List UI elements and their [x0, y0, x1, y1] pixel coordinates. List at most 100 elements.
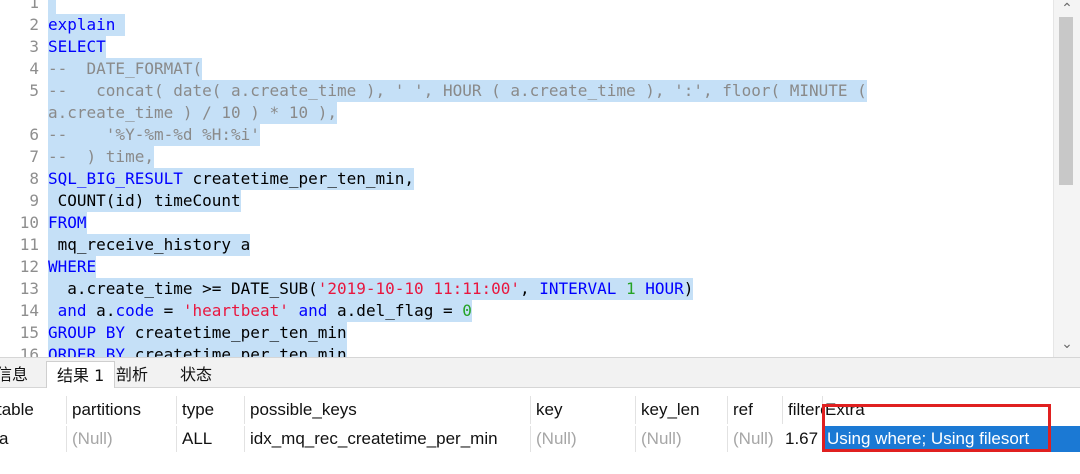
cell-ref[interactable]: (Null) — [727, 426, 774, 452]
code-text[interactable]: mq_receive_history a — [48, 234, 251, 256]
code-text[interactable]: -- ) time, — [48, 146, 154, 168]
column-header-possible-keys[interactable]: possible_keys — [244, 396, 357, 424]
column-header-partitions[interactable]: partitions — [66, 396, 141, 424]
chevron-down-icon[interactable]: ⌄ — [1054, 335, 1080, 351]
result-tabs: 信息 结果 1 剖析 状态 — [0, 357, 1080, 388]
code-text[interactable] — [48, 0, 56, 14]
tab-profile[interactable]: 剖析 — [106, 361, 158, 388]
code-line[interactable]: 15 GROUP BY createtime_per_ten_min — [0, 322, 1052, 344]
line-number: 9 — [29, 191, 39, 210]
code-token: 0 — [462, 301, 472, 320]
code-token: -- DATE_FORMAT( — [48, 59, 203, 78]
code-token: = — [153, 301, 183, 320]
line-number — [0, 102, 48, 124]
column-header-filtered[interactable]: filtered — [782, 396, 822, 424]
cell-type[interactable]: ALL — [176, 426, 212, 452]
code-token: mq_receive_history a — [48, 235, 251, 254]
code-line[interactable]: 11 mq_receive_history a — [0, 234, 1052, 256]
code-text[interactable]: ORDER BY createtime_per_ten_min — [48, 344, 347, 357]
sql-editor[interactable]: 1 2 explain 3 SELECT 4 -- DATE_FORMAT( 5 -- co… — [0, 0, 1080, 357]
code-text[interactable]: a.create_time ) / 10 ) * 10 ), — [48, 102, 337, 124]
code-token: HOUR — [645, 279, 684, 298]
code-text[interactable]: WHERE — [48, 256, 97, 278]
scrollbar-thumb[interactable] — [1059, 17, 1073, 185]
code-token: a.create_time ) / 10 ) * 10 ), — [48, 103, 337, 122]
code-lines[interactable]: 1 2 explain 3 SELECT 4 -- DATE_FORMAT( 5 -- co… — [0, 0, 1052, 357]
table-row[interactable]: a (Null) ALL idx_mq_rec_createtime_per_m… — [0, 426, 1080, 452]
code-line[interactable]: 3 SELECT — [0, 36, 1052, 58]
code-line[interactable]: 4 -- DATE_FORMAT( — [0, 58, 1052, 80]
code-text[interactable]: and a.code = 'heartbeat' and a.del_flag … — [48, 300, 472, 322]
cell-key[interactable]: (Null) — [530, 426, 577, 452]
explain-result-grid[interactable]: table partitions type possible_keys key … — [0, 388, 1080, 474]
code-token: -- concat( date( a.create_time ), ' ', H… — [48, 81, 867, 100]
cell-filtered[interactable]: 1.67 — [785, 426, 818, 452]
tab-info[interactable]: 信息 — [0, 361, 38, 388]
code-text[interactable]: -- concat( date( a.create_time ), ' ', H… — [48, 80, 867, 102]
tab-status[interactable]: 状态 — [170, 361, 222, 388]
tab-result-1[interactable]: 结果 1 — [46, 361, 116, 388]
code-line[interactable]: 1 — [0, 0, 1052, 14]
code-text[interactable]: -- DATE_FORMAT( — [48, 58, 203, 80]
code-line[interactable]: 10 FROM — [0, 212, 1052, 234]
line-number: 3 — [29, 37, 39, 56]
code-line[interactable]: 8 SQL_BIG_RESULT createtime_per_ten_min, — [0, 168, 1052, 190]
code-line[interactable]: 12 WHERE — [0, 256, 1052, 278]
code-token: SQL_BIG_RESULT — [48, 169, 183, 188]
column-header-ref[interactable]: ref — [727, 396, 753, 424]
line-number: 11 — [19, 235, 39, 254]
chevron-up-icon[interactable]: ⌃ — [1054, 0, 1080, 16]
code-token: SELECT — [48, 37, 106, 56]
code-token: FROM — [48, 213, 87, 232]
code-text[interactable]: SELECT — [48, 36, 106, 58]
cell-partitions[interactable]: (Null) — [66, 426, 113, 452]
code-token: , — [520, 279, 540, 298]
code-text[interactable]: SQL_BIG_RESULT createtime_per_ten_min, — [48, 168, 415, 190]
line-number: 12 — [19, 257, 39, 276]
code-text[interactable]: FROM — [48, 212, 87, 234]
column-header-key[interactable]: key — [530, 396, 562, 424]
code-line[interactable]: 13 a.create_time >= DATE_SUB('2019-10-10… — [0, 278, 1052, 300]
code-token: COUNT(id) timeCount — [48, 191, 241, 210]
grid-header-row: table partitions type possible_keys key … — [0, 396, 1080, 424]
code-token: -- ) time, — [48, 147, 154, 166]
line-number: 5 — [29, 81, 39, 100]
code-token: and — [57, 301, 87, 320]
code-line[interactable]: 16 ORDER BY createtime_per_ten_min — [0, 344, 1052, 357]
code-token: code — [115, 301, 154, 320]
line-number: 1 — [29, 0, 39, 12]
code-token: -- '%Y-%m-%d %H:%i' — [48, 125, 260, 144]
code-token: 1 — [625, 279, 636, 298]
code-text[interactable]: GROUP BY createtime_per_ten_min — [48, 322, 347, 344]
cell-possible-keys[interactable]: idx_mq_rec_createtime_per_min — [244, 426, 498, 452]
column-header-type[interactable]: type — [176, 396, 214, 424]
code-line[interactable]: 7 -- ) time, — [0, 146, 1052, 168]
column-header-table[interactable]: table — [0, 396, 34, 424]
code-token: GROUP BY — [48, 323, 126, 342]
cell-table[interactable]: a — [0, 426, 8, 452]
code-token: createtime_per_ten_min, — [182, 169, 415, 188]
line-number: 13 — [19, 279, 39, 298]
code-text[interactable]: a.create_time >= DATE_SUB('2019-10-10 11… — [48, 278, 694, 300]
code-text[interactable]: -- '%Y-%m-%d %H:%i' — [48, 124, 260, 146]
code-line[interactable]: 6 -- '%Y-%m-%d %H:%i' — [0, 124, 1052, 146]
cell-key-len[interactable]: (Null) — [635, 426, 682, 452]
column-header-extra[interactable]: Extra — [822, 396, 865, 424]
line-number: 4 — [29, 59, 39, 78]
code-token: a. — [86, 301, 116, 320]
column-header-key-len[interactable]: key_len — [635, 396, 700, 424]
cell-extra[interactable]: Using where; Using filesort — [824, 426, 1080, 452]
code-text[interactable]: COUNT(id) timeCount — [48, 190, 241, 212]
code-line[interactable]: a.create_time ) / 10 ) * 10 ), — [0, 102, 1052, 124]
code-token: ) — [683, 279, 694, 298]
code-line[interactable]: 9 COUNT(id) timeCount — [0, 190, 1052, 212]
code-line[interactable]: 14 and a.code = 'heartbeat' and a.del_fl… — [0, 300, 1052, 322]
code-token: a.del_flag = — [327, 301, 463, 320]
code-line[interactable]: 2 explain — [0, 14, 1052, 36]
vertical-scrollbar[interactable]: ⌃ ⌄ — [1053, 0, 1080, 357]
code-line[interactable]: 5 -- concat( date( a.create_time ), ' ', … — [0, 80, 1052, 102]
line-number: 15 — [19, 323, 39, 342]
code-text[interactable]: explain — [48, 14, 126, 36]
